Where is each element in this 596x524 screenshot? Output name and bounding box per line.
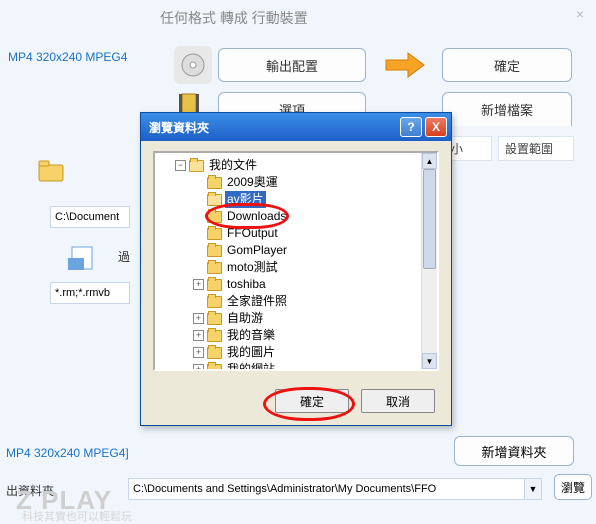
tree-item[interactable]: +我的圖片: [193, 344, 435, 361]
tree-item[interactable]: 2009奧運: [193, 174, 435, 191]
dialog-cancel-button[interactable]: 取消: [361, 389, 435, 413]
tree-item[interactable]: 全家證件照: [193, 293, 435, 310]
output-folder-label: 出資料夾: [6, 482, 54, 499]
tree-root[interactable]: −我的文件: [175, 157, 435, 174]
filter-label: 過: [118, 248, 130, 265]
scroll-up-icon[interactable]: ▲: [422, 153, 437, 169]
app-close-icon[interactable]: ×: [576, 6, 584, 22]
document-icon: [66, 244, 100, 272]
folder-tree: −我的文件 2009奧運 av影片 Downloads FFOutput Gom…: [153, 151, 439, 371]
source-path-input[interactable]: [50, 206, 130, 228]
tree-item[interactable]: +我的網站: [193, 361, 435, 371]
scrollbar[interactable]: ▲ ▼: [421, 153, 437, 369]
tree-item[interactable]: +我的音樂: [193, 327, 435, 344]
status-format: MP4 320x240 MPEG4]: [6, 446, 129, 460]
tree-item[interactable]: +自助游: [193, 310, 435, 327]
output-path-input[interactable]: [128, 478, 540, 500]
app-title: 任何格式 轉成 行動裝置: [160, 8, 308, 28]
disc-icon: [174, 46, 212, 84]
close-icon[interactable]: X: [425, 117, 447, 137]
dialog-title: 瀏覽資料夾: [149, 119, 397, 136]
arrow-right-icon: [382, 50, 428, 80]
tree-item[interactable]: FFOutput: [193, 225, 435, 242]
dialog-ok-button[interactable]: 確定: [275, 389, 349, 413]
dropdown-arrow-icon[interactable]: ▼: [524, 478, 542, 500]
tree-item-selected[interactable]: av影片: [193, 191, 435, 208]
tree-item[interactable]: moto測試: [193, 259, 435, 276]
output-config-button[interactable]: 輸出配置: [218, 48, 366, 82]
dialog-titlebar[interactable]: 瀏覽資料夾 ? X: [141, 113, 451, 141]
browse-folder-dialog: 瀏覽資料夾 ? X −我的文件 2009奧運 av影片 Downloads FF…: [140, 112, 452, 426]
tree-item[interactable]: GomPlayer: [193, 242, 435, 259]
scroll-thumb[interactable]: [423, 169, 436, 269]
scroll-down-icon[interactable]: ▼: [422, 353, 437, 369]
format-label: MP4 320x240 MPEG4: [8, 50, 127, 64]
confirm-button[interactable]: 確定: [442, 48, 572, 82]
new-folder-button[interactable]: 新增資料夾: [454, 436, 574, 466]
extension-input[interactable]: [50, 282, 130, 304]
column-range[interactable]: 設置範圍: [498, 136, 574, 161]
tree-item[interactable]: Downloads: [193, 208, 435, 225]
tree-item[interactable]: +toshiba: [193, 276, 435, 293]
browse-button[interactable]: 瀏覽: [554, 474, 592, 500]
help-icon[interactable]: ?: [400, 117, 422, 137]
folder-icon[interactable]: [38, 160, 64, 182]
new-file-button[interactable]: 新增檔案: [442, 92, 572, 126]
